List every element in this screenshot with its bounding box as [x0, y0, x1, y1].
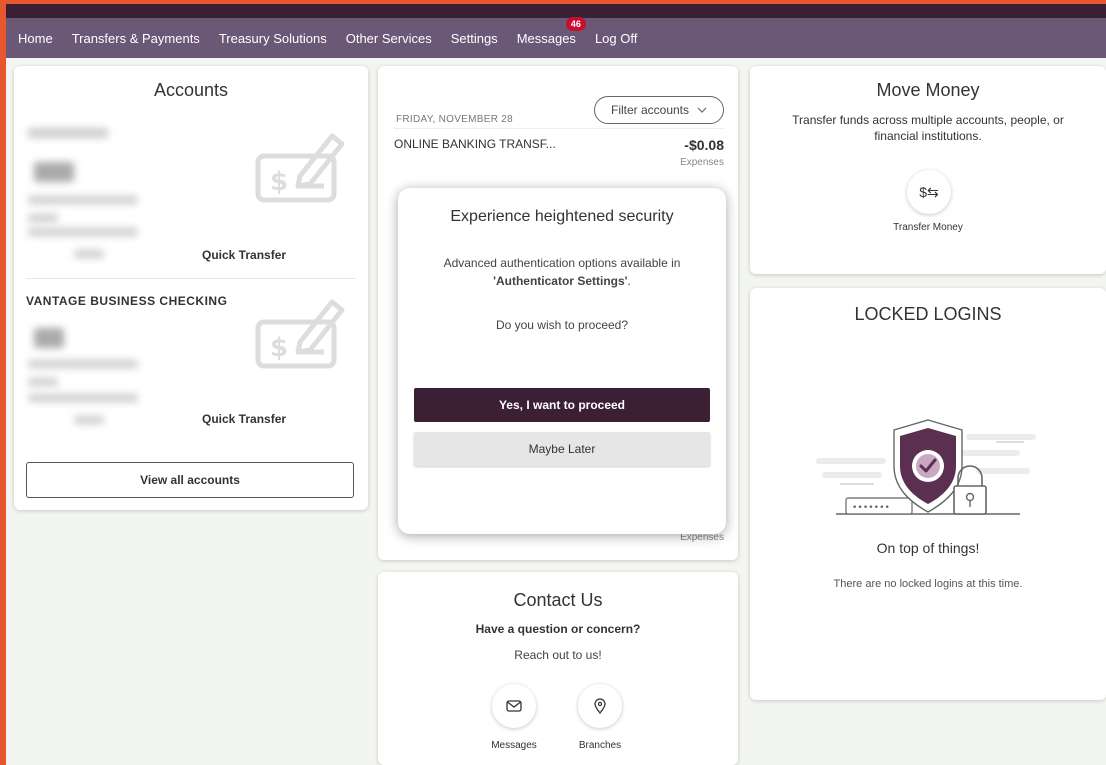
filter-accounts-label: Filter accounts	[610, 103, 690, 117]
modal-description-text: Advanced authentication options availabl…	[443, 256, 681, 270]
contact-title: Contact Us	[513, 590, 603, 610]
main-nav: Home Transfers & Payments Treasury Solut…	[6, 16, 1106, 58]
modal-question: Do you wish to proceed?	[495, 318, 629, 332]
nav-messages[interactable]: Messages 46	[516, 16, 586, 46]
nav-log-off[interactable]: Log Off	[595, 31, 637, 46]
contact-subtext: Reach out to us!	[514, 648, 602, 662]
contact-messages-label: Messages	[491, 740, 537, 751]
account-name: VANTAGE BUSINESS CHECKING	[26, 294, 228, 308]
svg-text:$: $	[270, 167, 288, 197]
filter-accounts-button[interactable]: Filter accounts	[594, 96, 724, 124]
transaction-category: Expenses	[680, 157, 724, 168]
contact-card: Contact Us Have a question or concern? R…	[378, 572, 738, 765]
blurred-account-name	[28, 128, 108, 138]
contact-branches-button[interactable]	[578, 684, 622, 728]
blurred-account-balance	[34, 328, 64, 348]
shield-lock-illustration: •••••••	[816, 419, 1036, 515]
accounts-card: Accounts $ Quick Transfer VANTAGE BUSINE…	[14, 66, 368, 510]
nav-transfers-payments[interactable]: Transfers & Payments	[72, 31, 200, 46]
transaction-amount: -$0.08	[684, 137, 724, 153]
locked-logins-card: LOCKED LOGINS ••••••• On top of things! …	[750, 288, 1106, 700]
move-money-description: Transfer funds across multiple accounts,…	[792, 113, 1064, 143]
nav-settings[interactable]: Settings	[451, 31, 498, 46]
blurred-account-detail	[28, 360, 138, 368]
svg-text:•••••••: •••••••	[852, 503, 890, 513]
contact-messages-button[interactable]	[492, 684, 536, 728]
nav-other-services[interactable]: Other Services	[346, 31, 432, 46]
transfer-money-button[interactable]: $⇆	[907, 170, 951, 214]
blurred-account-detail	[74, 250, 104, 258]
blurred-account-detail	[28, 378, 58, 386]
locked-logins-heading: On top of things!	[876, 540, 980, 556]
view-all-accounts-button[interactable]: View all accounts	[26, 462, 354, 498]
proceed-button[interactable]: Yes, I want to proceed	[414, 388, 710, 422]
modal-title: Experience heightened security	[450, 208, 674, 225]
move-money-card: Move Money Transfer funds across multipl…	[750, 66, 1106, 274]
contact-branches-label: Branches	[578, 740, 622, 751]
authenticator-settings-text: 'Authenticator Settings'	[493, 274, 628, 288]
blurred-account-detail	[28, 394, 138, 402]
chevron-down-icon	[697, 107, 707, 113]
move-money-title: Move Money	[876, 80, 980, 100]
modal-description-period: .	[627, 274, 631, 288]
window-left-border	[0, 0, 6, 765]
transfer-money-label: Transfer Money	[893, 222, 963, 233]
location-pin-icon	[594, 698, 606, 714]
messages-count-badge: 46	[565, 16, 586, 31]
blurred-account-detail	[28, 228, 138, 236]
modal-description: Advanced authentication options availabl…	[418, 254, 706, 290]
transfer-dollar-icon: $⇆	[919, 183, 939, 200]
check-deposit-icon: $	[255, 133, 345, 203]
accounts-title: Accounts	[153, 80, 229, 100]
blurred-account-detail	[74, 416, 104, 424]
transaction-row[interactable]: ONLINE BANKING TRANSF... -$0.08 Expenses	[394, 128, 724, 168]
svg-text:$: $	[270, 333, 288, 363]
blurred-account-detail	[28, 196, 138, 204]
transaction-description: ONLINE BANKING TRANSF...	[394, 137, 556, 151]
blurred-account-detail	[28, 214, 58, 222]
nav-home[interactable]: Home	[18, 31, 53, 46]
blurred-account-balance	[34, 162, 74, 182]
transaction-date: FRIDAY, NOVEMBER 28	[396, 114, 514, 125]
check-deposit-icon: $	[255, 299, 345, 369]
top-strip	[6, 4, 1106, 18]
nav-treasury-solutions[interactable]: Treasury Solutions	[219, 31, 327, 46]
envelope-icon	[506, 700, 522, 712]
quick-transfer-link[interactable]: Quick Transfer	[202, 412, 286, 426]
security-modal: Experience heightened security Advanced …	[398, 188, 726, 534]
maybe-later-button[interactable]: Maybe Later	[414, 432, 710, 466]
locked-logins-message: There are no locked logins at this time.	[833, 578, 1023, 590]
quick-transfer-link[interactable]: Quick Transfer	[202, 248, 286, 262]
nav-messages-label: Messages	[516, 30, 576, 46]
account-divider	[26, 278, 356, 279]
contact-subtitle: Have a question or concern?	[475, 622, 641, 636]
locked-logins-title: LOCKED LOGINS	[854, 304, 1002, 324]
